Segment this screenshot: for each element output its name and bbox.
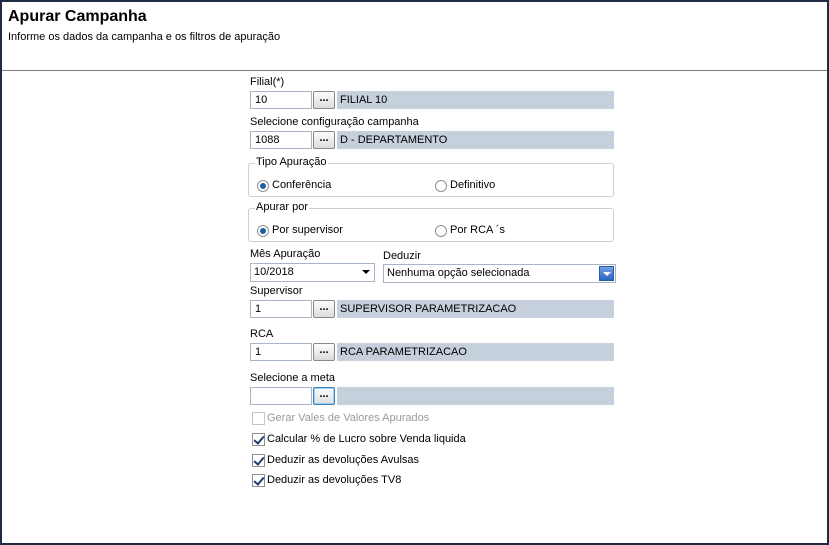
- rca-code-input[interactable]: 1: [250, 343, 312, 361]
- header-divider: [2, 70, 827, 71]
- supervisor-label: Supervisor: [250, 285, 303, 297]
- radio-definitivo-label[interactable]: Definitivo: [450, 179, 495, 191]
- config-code-input[interactable]: 1088: [250, 131, 312, 149]
- page-title: Apurar Campanha: [8, 8, 147, 25]
- rca-description: RCA PARAMETRIZACAO: [337, 343, 614, 361]
- config-search-button[interactable]: ...: [313, 131, 335, 149]
- mes-apuracao-value: 10/2018: [254, 266, 294, 278]
- deduzir-label: Deduzir: [383, 250, 421, 262]
- rca-search-button[interactable]: ...: [313, 343, 335, 361]
- meta-code-input[interactable]: [250, 387, 312, 405]
- chevron-down-icon: [362, 270, 370, 274]
- checkbox-devolucoes-tv8[interactable]: [252, 474, 265, 487]
- filial-code-input[interactable]: 10: [250, 91, 312, 109]
- filial-label: Filial(*): [250, 76, 285, 88]
- mes-apuracao-select[interactable]: 10/2018: [250, 263, 375, 282]
- apurar-por-title: Apurar por: [255, 201, 309, 213]
- checkbox-devolucoes-avulsas-label[interactable]: Deduzir as devoluções Avulsas: [267, 454, 419, 466]
- radio-por-rca-label[interactable]: Por RCA ´s: [450, 224, 505, 236]
- meta-description: [337, 387, 614, 405]
- radio-definitivo[interactable]: [435, 180, 447, 192]
- filial-description: FILIAL 10: [337, 91, 614, 109]
- config-label: Selecione configuração campanha: [250, 116, 419, 128]
- checkbox-devolucoes-avulsas[interactable]: [252, 454, 265, 467]
- radio-por-supervisor[interactable]: [257, 225, 269, 237]
- mes-apuracao-label: Mês Apuração: [250, 248, 321, 260]
- meta-label: Selecione a meta: [250, 372, 335, 384]
- checkbox-gerar-vales-label: Gerar Vales de Valores Apurados: [267, 412, 430, 424]
- radio-por-supervisor-label[interactable]: Por supervisor: [272, 224, 343, 236]
- checkbox-devolucoes-tv8-label[interactable]: Deduzir as devoluções TV8: [267, 474, 401, 486]
- deduzir-value: Nenhuma opção selecionada: [387, 267, 530, 279]
- radio-conferencia-label[interactable]: Conferência: [272, 179, 331, 191]
- radio-por-rca[interactable]: [435, 225, 447, 237]
- checkbox-gerar-vales[interactable]: [252, 412, 265, 425]
- supervisor-code-input[interactable]: 1: [250, 300, 312, 318]
- checkbox-calcular-lucro-label[interactable]: Calcular % de Lucro sobre Venda liquida: [267, 433, 466, 445]
- checkbox-calcular-lucro[interactable]: [252, 433, 265, 446]
- dropdown-arrow-icon[interactable]: [599, 266, 614, 281]
- supervisor-description: SUPERVISOR PARAMETRIZACAO: [337, 300, 614, 318]
- tipo-apuracao-title: Tipo Apuração: [255, 156, 328, 168]
- deduzir-select[interactable]: Nenhuma opção selecionada: [383, 264, 616, 283]
- window-frame: Apurar Campanha Informe os dados da camp…: [0, 0, 829, 545]
- meta-search-button[interactable]: ...: [313, 387, 335, 405]
- supervisor-search-button[interactable]: ...: [313, 300, 335, 318]
- radio-conferencia[interactable]: [257, 180, 269, 192]
- filial-search-button[interactable]: ...: [313, 91, 335, 109]
- config-description: D - DEPARTAMENTO: [337, 131, 614, 149]
- tipo-apuracao-group: Tipo Apuração Conferência Definitivo: [248, 156, 614, 197]
- rca-label: RCA: [250, 328, 274, 340]
- apurar-por-group: Apurar por Por supervisor Por RCA ´s: [248, 201, 614, 242]
- page-subtitle: Informe os dados da campanha e os filtro…: [8, 31, 281, 43]
